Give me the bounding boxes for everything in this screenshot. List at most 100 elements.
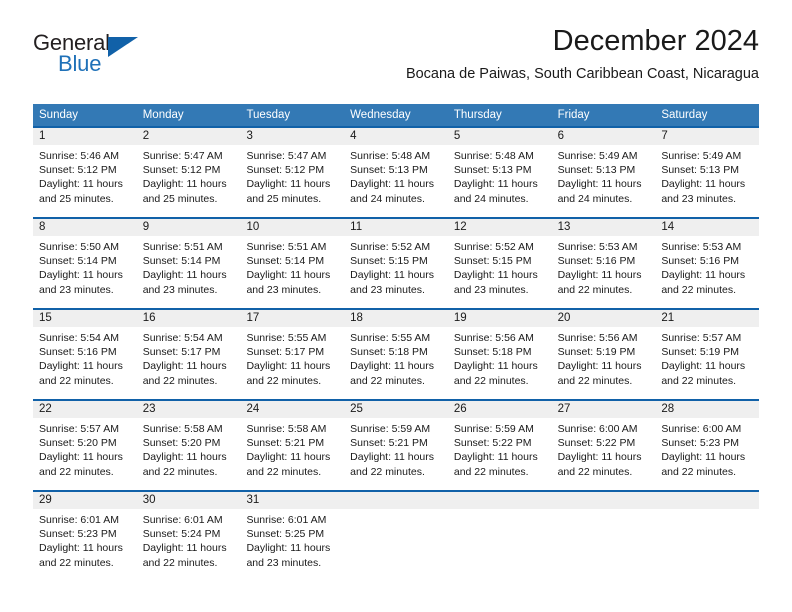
- sunrise-text: Sunrise: 5:55 AM: [246, 332, 327, 344]
- day-cell[interactable]: Sunrise: 5:51 AM Sunset: 5:14 PM Dayligh…: [137, 236, 241, 308]
- sunrise-text: Sunrise: 6:00 AM: [557, 423, 638, 435]
- day-number[interactable]: 17: [240, 310, 344, 327]
- sunrise-text: Sunrise: 5:57 AM: [661, 332, 742, 344]
- day-cell[interactable]: Sunrise: 5:48 AM Sunset: 5:13 PM Dayligh…: [344, 145, 448, 217]
- sunrise-text: Sunrise: 5:58 AM: [142, 423, 223, 435]
- sunrise-text: Sunrise: 5:51 AM: [142, 241, 223, 253]
- day-number[interactable]: 11: [344, 219, 448, 236]
- day-cell[interactable]: Sunrise: 5:57 AM Sunset: 5:20 PM Dayligh…: [33, 418, 137, 490]
- day-number[interactable]: 14: [655, 219, 759, 236]
- sunset-text: Sunset: 5:19 PM: [557, 346, 636, 359]
- day-cell[interactable]: Sunrise: 5:48 AM Sunset: 5:13 PM Dayligh…: [448, 145, 552, 217]
- day-cell[interactable]: Sunrise: 5:55 AM Sunset: 5:17 PM Dayligh…: [240, 327, 344, 399]
- day-number[interactable]: 19: [448, 310, 552, 327]
- day-detail-row: Sunrise: 5:50 AM Sunset: 5:14 PM Dayligh…: [33, 236, 759, 308]
- day-cell[interactable]: Sunrise: 5:49 AM Sunset: 5:13 PM Dayligh…: [552, 145, 656, 217]
- day-number[interactable]: 22: [33, 401, 137, 418]
- day-cell[interactable]: Sunrise: 5:56 AM Sunset: 5:19 PM Dayligh…: [552, 327, 656, 399]
- daylight-text-line2: and 25 minutes.: [246, 192, 322, 205]
- sunset-text: Sunset: 5:23 PM: [661, 437, 739, 450]
- day-cell[interactable]: Sunrise: 6:01 AM Sunset: 5:24 PM Dayligh…: [137, 509, 241, 581]
- daylight-text-line1: Daylight: 11 hours: [246, 360, 331, 373]
- daylight-text-line1: Daylight: 11 hours: [246, 178, 331, 191]
- day-cell[interactable]: Sunrise: 5:56 AM Sunset: 5:18 PM Dayligh…: [448, 327, 552, 399]
- day-cell[interactable]: Sunrise: 5:54 AM Sunset: 5:17 PM Dayligh…: [137, 327, 241, 399]
- day-cell[interactable]: Sunrise: 5:58 AM Sunset: 5:20 PM Dayligh…: [137, 418, 241, 490]
- week-row: 29 30 31 Sunrise: 6:01 AM Sunset: 5:23 P…: [33, 490, 759, 581]
- day-number[interactable]: 26: [448, 401, 552, 418]
- daylight-text-line1: Daylight: 11 hours: [246, 451, 331, 464]
- day-cell[interactable]: Sunrise: 6:01 AM Sunset: 5:23 PM Dayligh…: [33, 509, 137, 581]
- day-cell[interactable]: Sunrise: 5:47 AM Sunset: 5:12 PM Dayligh…: [137, 145, 241, 217]
- day-cell[interactable]: Sunrise: 5:57 AM Sunset: 5:19 PM Dayligh…: [655, 327, 759, 399]
- daylight-text-line1: Daylight: 11 hours: [557, 360, 642, 373]
- day-number[interactable]: 25: [344, 401, 448, 418]
- day-number[interactable]: 27: [552, 401, 656, 418]
- day-number[interactable]: 28: [655, 401, 759, 418]
- sunrise-text: Sunrise: 5:52 AM: [350, 241, 431, 253]
- daylight-text-line1: Daylight: 11 hours: [142, 269, 227, 282]
- day-number[interactable]: 20: [552, 310, 656, 327]
- sunrise-text: Sunrise: 5:51 AM: [246, 241, 327, 253]
- day-cell[interactable]: Sunrise: 5:52 AM Sunset: 5:15 PM Dayligh…: [448, 236, 552, 308]
- day-number[interactable]: 24: [240, 401, 344, 418]
- day-number[interactable]: 7: [655, 128, 759, 145]
- sunrise-text: Sunrise: 5:47 AM: [142, 150, 223, 162]
- sunset-text: Sunset: 5:22 PM: [557, 437, 636, 450]
- day-cell[interactable]: Sunrise: 5:58 AM Sunset: 5:21 PM Dayligh…: [240, 418, 344, 490]
- daylight-text-line2: and 25 minutes.: [142, 192, 218, 205]
- sunrise-text: Sunrise: 5:53 AM: [661, 241, 742, 253]
- day-cell[interactable]: Sunrise: 5:55 AM Sunset: 5:18 PM Dayligh…: [344, 327, 448, 399]
- day-number[interactable]: 21: [655, 310, 759, 327]
- daylight-text-line2: and 22 minutes.: [246, 465, 322, 478]
- day-cell[interactable]: Sunrise: 5:50 AM Sunset: 5:14 PM Dayligh…: [33, 236, 137, 308]
- day-number[interactable]: 15: [33, 310, 137, 327]
- day-cell[interactable]: Sunrise: 6:00 AM Sunset: 5:22 PM Dayligh…: [552, 418, 656, 490]
- day-cell[interactable]: Sunrise: 5:53 AM Sunset: 5:16 PM Dayligh…: [655, 236, 759, 308]
- day-cell[interactable]: Sunrise: 5:52 AM Sunset: 5:15 PM Dayligh…: [344, 236, 448, 308]
- day-number[interactable]: 4: [344, 128, 448, 145]
- day-number-band: 8 9 10 11 12 13 14: [33, 219, 759, 236]
- day-number[interactable]: 13: [552, 219, 656, 236]
- sunrise-text: Sunrise: 5:59 AM: [453, 423, 534, 435]
- day-number[interactable]: 3: [240, 128, 344, 145]
- day-number[interactable]: 31: [240, 492, 344, 509]
- day-number[interactable]: 16: [137, 310, 241, 327]
- daylight-text-line1: Daylight: 11 hours: [350, 360, 435, 373]
- day-cell[interactable]: Sunrise: 6:00 AM Sunset: 5:23 PM Dayligh…: [655, 418, 759, 490]
- daylight-text-line2: and 22 minutes.: [661, 374, 737, 387]
- day-cell[interactable]: Sunrise: 5:59 AM Sunset: 5:21 PM Dayligh…: [344, 418, 448, 490]
- daylight-text-line2: and 22 minutes.: [39, 556, 114, 569]
- day-cell[interactable]: Sunrise: 5:47 AM Sunset: 5:12 PM Dayligh…: [240, 145, 344, 217]
- sunrise-text: Sunrise: 5:59 AM: [350, 423, 431, 435]
- day-number[interactable]: 9: [137, 219, 241, 236]
- daylight-text-line2: and 22 minutes.: [557, 465, 633, 478]
- day-number[interactable]: 8: [33, 219, 137, 236]
- daylight-text-line2: and 22 minutes.: [350, 374, 425, 387]
- day-cell[interactable]: Sunrise: 5:51 AM Sunset: 5:14 PM Dayligh…: [240, 236, 344, 308]
- day-cell[interactable]: Sunrise: 5:46 AM Sunset: 5:12 PM Dayligh…: [33, 145, 137, 217]
- day-number[interactable]: 29: [33, 492, 137, 509]
- day-cell[interactable]: Sunrise: 5:49 AM Sunset: 5:13 PM Dayligh…: [655, 145, 759, 217]
- day-cell[interactable]: Sunrise: 5:54 AM Sunset: 5:16 PM Dayligh…: [33, 327, 137, 399]
- day-number[interactable]: 5: [448, 128, 552, 145]
- day-number[interactable]: 30: [137, 492, 241, 509]
- sunrise-text: Sunrise: 5:48 AM: [350, 150, 431, 162]
- day-number[interactable]: 12: [448, 219, 552, 236]
- day-cell[interactable]: Sunrise: 5:53 AM Sunset: 5:16 PM Dayligh…: [552, 236, 656, 308]
- day-number-band: 1 2 3 4 5 6 7: [33, 128, 759, 145]
- sunset-text: Sunset: 5:12 PM: [246, 164, 325, 177]
- day-number[interactable]: 6: [552, 128, 656, 145]
- sunrise-text: Sunrise: 5:58 AM: [246, 423, 327, 435]
- day-number[interactable]: 1: [33, 128, 137, 145]
- day-detail-row: Sunrise: 5:46 AM Sunset: 5:12 PM Dayligh…: [33, 145, 759, 217]
- day-number[interactable]: 23: [137, 401, 241, 418]
- day-cell[interactable]: Sunrise: 5:59 AM Sunset: 5:22 PM Dayligh…: [448, 418, 552, 490]
- daylight-text-line1: Daylight: 11 hours: [350, 451, 435, 464]
- day-cell[interactable]: Sunrise: 6:01 AM Sunset: 5:25 PM Dayligh…: [240, 509, 344, 581]
- week-row: 8 9 10 11 12 13 14 Sunrise: 5:50 AM Suns…: [33, 217, 759, 308]
- sunrise-text: Sunrise: 6:01 AM: [142, 514, 223, 526]
- day-number[interactable]: 18: [344, 310, 448, 327]
- day-number[interactable]: 10: [240, 219, 344, 236]
- day-number[interactable]: 2: [137, 128, 241, 145]
